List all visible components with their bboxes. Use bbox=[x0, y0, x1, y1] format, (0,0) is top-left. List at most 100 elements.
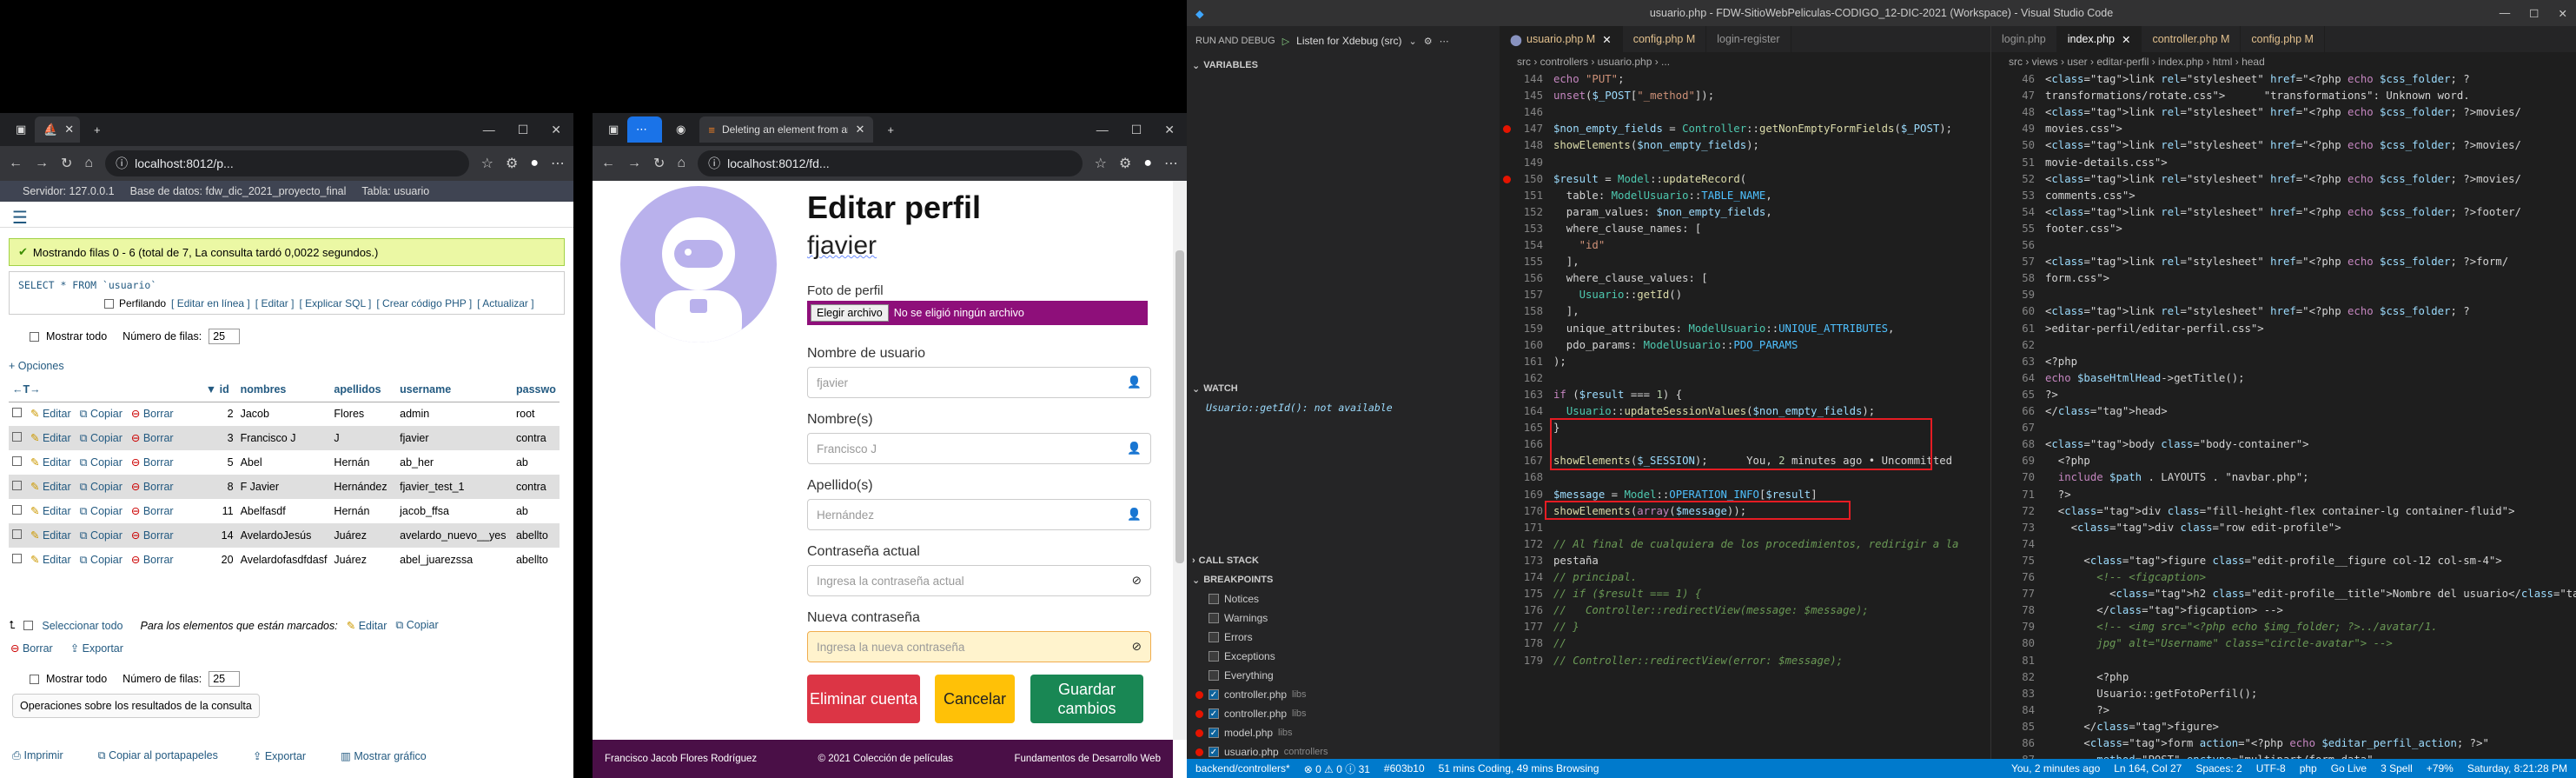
code-line[interactable]: <?php bbox=[2045, 453, 2090, 469]
close-icon[interactable]: ✕ bbox=[855, 123, 864, 136]
show-all-checkbox[interactable] bbox=[30, 331, 39, 342]
maximize-icon[interactable]: ☐ bbox=[1131, 123, 1142, 137]
row-edit-button[interactable]: ✎ Editar bbox=[30, 529, 71, 542]
eye-slash-icon[interactable]: ⊘ bbox=[1132, 640, 1142, 654]
print-link[interactable]: ⎙ Imprimir bbox=[12, 749, 63, 762]
tab-config-php-right[interactable]: config.php M bbox=[2241, 26, 2325, 52]
file-button[interactable]: Elegir archivo bbox=[811, 304, 889, 322]
line-number[interactable]: 47 bbox=[1991, 88, 2035, 104]
cell-username[interactable]: fjavier_test_1 bbox=[396, 475, 513, 499]
row-delete-button[interactable]: ⊖ Borrar bbox=[131, 408, 174, 420]
line-number[interactable]: 83 bbox=[1991, 686, 2035, 702]
line-number[interactable]: 59 bbox=[1991, 287, 2035, 303]
code-line[interactable]: // Controller::redirectView(error: $mess… bbox=[1553, 653, 1843, 669]
tab-github[interactable]: ◉ bbox=[667, 116, 694, 143]
cell-username[interactable]: ab_her bbox=[396, 450, 513, 475]
line-number[interactable]: 156 bbox=[1500, 270, 1543, 287]
forward-icon[interactable]: → bbox=[627, 156, 641, 171]
line-number[interactable]: 168 bbox=[1500, 469, 1543, 486]
line-number[interactable]: 76 bbox=[1991, 569, 2035, 586]
line-number[interactable]: 49 bbox=[1991, 121, 2035, 137]
breakpoint-checkbox[interactable] bbox=[1209, 613, 1219, 623]
code-line[interactable]: ); bbox=[1553, 354, 1566, 370]
close-icon[interactable]: ✕ bbox=[2122, 33, 2130, 46]
line-number[interactable]: 80 bbox=[1991, 635, 2035, 652]
code-line[interactable]: <class="tag">div class="fill-height-flex… bbox=[2045, 503, 2515, 520]
cell-apellidos[interactable]: Juárez bbox=[330, 548, 397, 572]
new-password-input[interactable]: Ingresa la nueva contraseña ⊘ bbox=[807, 631, 1151, 662]
code-line[interactable]: transformations/rotate.css"> "transforma… bbox=[2045, 88, 2470, 104]
code-line[interactable]: where_clause_values: [ bbox=[1553, 270, 1708, 287]
line-number[interactable]: 60 bbox=[1991, 303, 2035, 320]
code-line[interactable]: // Controller::redirectView(message: $me… bbox=[1553, 602, 1869, 619]
line-number[interactable]: 155 bbox=[1500, 254, 1543, 270]
copy-clipboard-link[interactable]: ⧉ Copiar al portapapeles bbox=[98, 749, 218, 762]
line-number[interactable]: 158 bbox=[1500, 303, 1543, 320]
debug-config-select[interactable]: Listen for Xdebug (src) bbox=[1296, 35, 1401, 47]
cell-id[interactable]: 11 bbox=[202, 499, 237, 523]
code-line[interactable]: <?php bbox=[2045, 354, 2077, 370]
select-all-checkbox[interactable] bbox=[23, 621, 34, 630]
address-bar[interactable]: ⓘ localhost:8012/p... bbox=[105, 150, 469, 176]
code-line[interactable]: method="POST" enctype="multipart/form-da… bbox=[2045, 752, 2373, 759]
status-zoom[interactable]: +79% bbox=[2427, 762, 2453, 775]
line-number[interactable]: 152 bbox=[1500, 204, 1543, 221]
breakpoint-item[interactable]: Notices bbox=[1187, 589, 1500, 608]
cell-username[interactable]: jacob_ffsa bbox=[396, 499, 513, 523]
row-edit-button[interactable]: ✎ Editar bbox=[30, 554, 71, 566]
column-header-username[interactable]: username bbox=[396, 377, 513, 402]
breadcrumb-database[interactable]: Base de datos: fdw_dic_2021_proyecto_fin… bbox=[130, 185, 347, 197]
line-number[interactable]: 173 bbox=[1500, 553, 1543, 569]
line-number[interactable]: 52 bbox=[1991, 171, 2035, 188]
table-row[interactable]: ✎ Editar ⧉ Copiar ⊖ Borrar 14 AvelardoJesús J… bbox=[9, 523, 560, 548]
cell-nombres[interactable]: Abelfasdf bbox=[236, 499, 331, 523]
minimize-icon[interactable]: — bbox=[1096, 123, 1109, 137]
code-area-right[interactable]: 46 <class="tag">link rel="stylesheet" hre… bbox=[1991, 71, 2576, 759]
code-line[interactable]: unique_attributes: ModelUsuario::UNIQUE_… bbox=[1553, 321, 1895, 337]
new-tab-button[interactable]: + bbox=[878, 116, 903, 143]
line-number[interactable]: 71 bbox=[1991, 487, 2035, 503]
code-line[interactable]: jpg" alt="Username" class="circle-avatar… bbox=[2045, 635, 2393, 652]
line-number[interactable]: 84 bbox=[1991, 702, 2035, 719]
status-spell[interactable]: 3 Spell bbox=[2381, 762, 2413, 775]
close-icon[interactable]: ✕ bbox=[64, 123, 74, 136]
line-number[interactable]: 75 bbox=[1991, 553, 2035, 569]
code-line[interactable]: <class="tag">body class="body-container"… bbox=[2045, 436, 2309, 453]
cell-nombres[interactable]: AvelardoJesús bbox=[236, 523, 331, 548]
code-line[interactable]: "id" bbox=[1553, 237, 1606, 254]
cell-apellidos[interactable]: Hernán bbox=[330, 499, 397, 523]
line-number[interactable]: 79 bbox=[1991, 619, 2035, 635]
line-number[interactable]: 46 bbox=[1991, 71, 2035, 88]
code-line[interactable]: echo $baseHtmlHead->getTitle(); bbox=[2045, 370, 2245, 387]
row-delete-button[interactable]: ⊖ Borrar bbox=[131, 505, 174, 517]
code-line[interactable]: <?php bbox=[2045, 669, 2129, 686]
code-area-left[interactable]: 144 echo "PUT"; 145 unset($_POST["_method"]… bbox=[1500, 71, 1990, 759]
code-line[interactable]: ], bbox=[1553, 303, 1579, 320]
cell-nombres[interactable]: Jacob bbox=[236, 402, 331, 426]
column-header-apellidos[interactable]: apellidos bbox=[330, 377, 397, 402]
cell-password[interactable]: ab bbox=[512, 499, 560, 523]
table-row[interactable]: ✎ Editar ⧉ Copiar ⊖ Borrar 8 F Javier Hernánd… bbox=[9, 475, 560, 499]
refresh-link[interactable]: [ Actualizar ] bbox=[477, 297, 533, 309]
cell-apellidos[interactable]: Juárez bbox=[330, 523, 397, 548]
line-number[interactable]: 70 bbox=[1991, 469, 2035, 486]
line-number[interactable]: 166 bbox=[1500, 436, 1543, 453]
line-number[interactable]: 82 bbox=[1991, 669, 2035, 686]
row-checkbox[interactable] bbox=[12, 481, 22, 490]
line-number[interactable]: 177 bbox=[1500, 619, 1543, 635]
code-line[interactable]: <class="tag">link rel="stylesheet" href=… bbox=[2045, 171, 2521, 188]
sql-query[interactable]: SELECT * FROM `usuario` bbox=[18, 279, 156, 291]
tab-login-register[interactable]: login-register bbox=[1706, 26, 1791, 52]
breakpoints-section[interactable]: ⌄ BREAKPOINTS bbox=[1187, 570, 1500, 589]
line-number[interactable]: 161 bbox=[1500, 354, 1543, 370]
code-line[interactable]: </class="tag">figure> bbox=[2045, 719, 2219, 735]
lastname-input[interactable]: Hernández 👤 bbox=[807, 499, 1151, 530]
home-icon[interactable]: ⌂ bbox=[84, 156, 93, 171]
code-line[interactable]: where_clause_names: [ bbox=[1553, 221, 1701, 237]
column-header-password[interactable]: passwo bbox=[512, 377, 560, 402]
bulk-delete-button[interactable]: ⊖ Borrar bbox=[10, 642, 53, 655]
line-number[interactable]: 170 bbox=[1500, 503, 1543, 520]
cell-nombres[interactable]: Abel bbox=[236, 450, 331, 475]
code-line[interactable]: ?> bbox=[2045, 487, 2071, 503]
php-code-link[interactable]: [ Crear código PHP ] bbox=[376, 297, 472, 309]
